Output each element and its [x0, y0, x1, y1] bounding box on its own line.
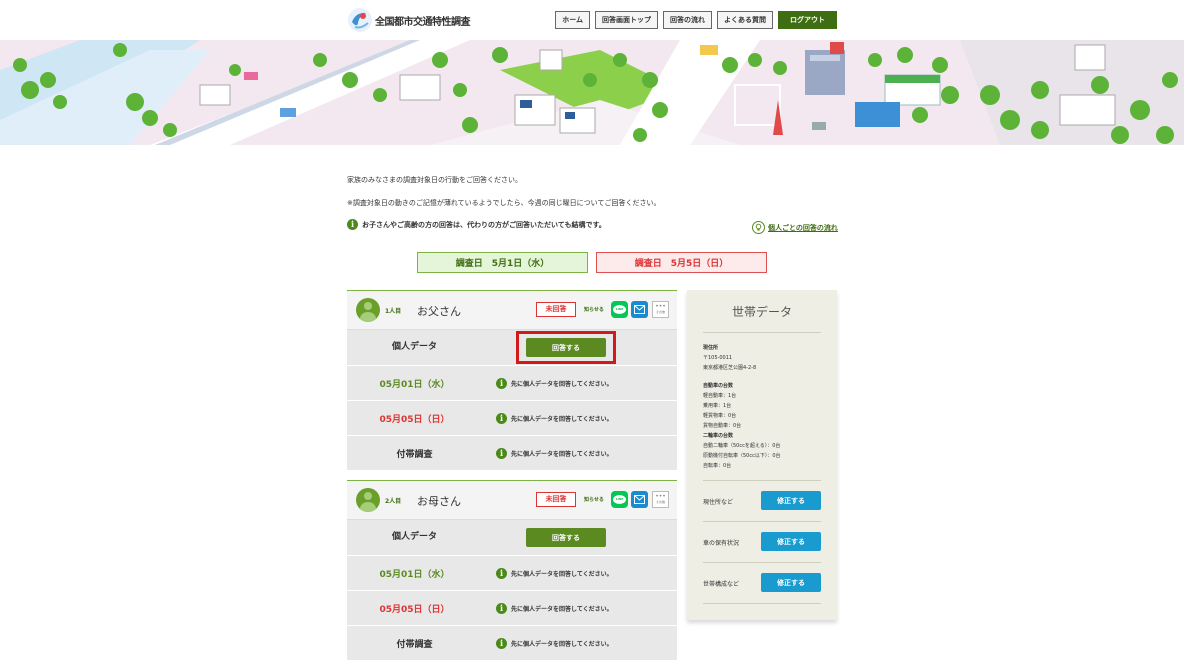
info-icon: i [496, 447, 507, 459]
car-count: 軽自動車：1台 [703, 393, 737, 399]
car-count: 軽貨物車：0台 [703, 413, 737, 419]
row-label: 付帯調査 [396, 449, 433, 460]
header-nav: ホーム 回答画面トップ 回答の流れ よくある質問 ログアウト [555, 11, 837, 29]
intro-line-1: 家族のみなさまの調査対象日の行動をご回答ください。 [347, 176, 522, 184]
intro-line-3-text: お子さんやご高齢の方の回答は、代わりの方がご回答いただいても結構です。 [362, 220, 606, 229]
fix-household-button[interactable]: 修正する [761, 573, 821, 592]
person-avatar-icon [356, 298, 380, 322]
bike-count: 自動二輪車（50ccを超える）：0台 [703, 443, 781, 449]
cars-heading: 自動車の台数 [703, 383, 734, 389]
row-label: 05月05日（日） [379, 414, 450, 425]
survey-day-1-row: 05月01日（水） i 先に個人データを回答してください。 [347, 366, 677, 401]
row-message: i 先に個人データを回答してください。 [496, 377, 613, 389]
lightbulb-icon [752, 221, 765, 234]
divider [703, 562, 821, 563]
info-icon: i [496, 637, 507, 649]
survey-date-1: 調査日 5月1日（水） [417, 252, 588, 273]
answer-button[interactable]: 回答する [526, 338, 606, 357]
divider [703, 480, 821, 481]
address: 東京都港区芝公園4-2-8 [703, 365, 757, 371]
household-survey-row: 付帯調査 i 先に個人データを回答してください。 [347, 436, 677, 470]
info-icon: i [496, 412, 507, 424]
household-data-panel: 世帯データ 現住所 〒105-0011 東京都港区芝公園4-2-8 自動車の台数… [687, 290, 837, 620]
row-label: 05月05日（日） [379, 604, 450, 615]
intro-line-2: ※調査対象日の動きのご記憶が薄れているようでしたら、今週の同じ曜日についてご回答… [347, 199, 661, 207]
per-person-flow-link[interactable]: 個人ごとの回答の流れ [752, 221, 838, 234]
person-card-header: 2人目 お母さん 未回答 知らせる LINE ••• その他 [347, 480, 677, 520]
logout-button[interactable]: ログアウト [778, 11, 837, 29]
person-card-2: 2人目 お母さん 未回答 知らせる LINE ••• その他 個人データ 回答す… [347, 480, 677, 660]
divider [703, 332, 821, 333]
status-badge: 未回答 [536, 492, 576, 507]
flow-link-text: 個人ごとの回答の流れ [768, 223, 838, 232]
answer-button[interactable]: 回答する [526, 528, 606, 547]
row-label: 05月01日（水） [379, 379, 450, 390]
row-label: 付帯調査 [396, 639, 433, 650]
other-share-icon[interactable]: ••• その他 [652, 301, 669, 318]
nav-faq-button[interactable]: よくある質問 [717, 11, 773, 29]
person-name: お父さん [417, 305, 461, 318]
household-title: 世帯データ [731, 305, 792, 319]
personal-data-row: 個人データ 回答する [347, 520, 677, 556]
row-message: i 先に個人データを回答してください。 [496, 567, 613, 579]
survey-date-2: 調査日 5月5日（日） [596, 252, 767, 273]
row-label: 個人データ [391, 342, 437, 352]
nav-home-button[interactable]: ホーム [555, 11, 590, 29]
survey-day-2-row: 05月05日（日） i 先に個人データを回答してください。 [347, 401, 677, 436]
row-label: 個人データ [391, 532, 437, 542]
line-share-icon[interactable]: LINE [611, 301, 628, 318]
status-badge: 未回答 [536, 302, 576, 317]
info-icon: i [347, 219, 358, 230]
postal-code: 〒105-0011 [703, 355, 733, 361]
bikes-heading: 二輪車の台数 [703, 433, 734, 439]
person-name: お母さん [417, 495, 461, 508]
household-summary: 現住所 〒105-0011 東京都港区芝公園4-2-8 自動車の台数 軽自動車：… [703, 343, 823, 471]
row-label: 05月01日（水） [379, 569, 450, 580]
section-household-label: 世帯構成など [703, 581, 740, 588]
site-title: 全国都市交通特性調査 [375, 16, 471, 28]
divider [703, 521, 821, 522]
divider [703, 603, 821, 604]
info-icon: i [496, 602, 507, 614]
mail-share-icon[interactable] [631, 301, 648, 318]
mail-share-icon[interactable] [631, 491, 648, 508]
site-logo[interactable]: 全国都市交通特性調査 [347, 6, 471, 34]
address-heading: 現住所 [703, 345, 719, 351]
bike-count: 原動機付自転車（50cc以下）：0台 [703, 453, 781, 459]
person-avatar-icon [356, 488, 380, 512]
city-banner-illustration [0, 40, 1184, 145]
nav-answer-flow-button[interactable]: 回答の流れ [663, 11, 712, 29]
row-message: i 先に個人データを回答してください。 [496, 602, 613, 614]
notify-label: 知らせる [584, 497, 604, 503]
row-message: i 先に個人データを回答してください。 [496, 637, 613, 649]
person-card-header: 1人目 お父さん 未回答 知らせる LINE ••• その他 [347, 290, 677, 330]
logo-mark-icon [347, 7, 373, 33]
survey-day-2-row: 05月05日（日） i 先に個人データを回答してください。 [347, 591, 677, 626]
person-ordinal: 2人目 [385, 498, 402, 505]
household-survey-row: 付帯調査 i 先に個人データを回答してください。 [347, 626, 677, 660]
info-icon: i [496, 377, 507, 389]
other-share-icon[interactable]: ••• その他 [652, 491, 669, 508]
notify-label: 知らせる [584, 307, 604, 313]
person-card-1: 1人目 お父さん 未回答 知らせる LINE ••• その他 個人データ 回答す… [347, 290, 677, 470]
section-address-label: 現住所など [703, 499, 734, 506]
person-ordinal: 1人目 [385, 308, 402, 315]
personal-data-row: 個人データ 回答する [347, 330, 677, 366]
survey-day-1-row: 05月01日（水） i 先に個人データを回答してください。 [347, 556, 677, 591]
site-header: 全国都市交通特性調査 ホーム 回答画面トップ 回答の流れ よくある質問 ログアウ… [0, 0, 1184, 40]
car-count: 貨物自動車：0台 [703, 423, 742, 429]
section-vehicles-label: 車の保有状況 [703, 540, 740, 547]
line-share-icon[interactable]: LINE [611, 491, 628, 508]
fix-address-button[interactable]: 修正する [761, 491, 821, 510]
fix-vehicles-button[interactable]: 修正する [761, 532, 821, 551]
car-count: 乗用車：1台 [703, 403, 732, 409]
info-icon: i [496, 567, 507, 579]
row-message: i 先に個人データを回答してください。 [496, 412, 613, 424]
bike-count: 自転車：0台 [703, 463, 732, 469]
intro-line-3: i お子さんやご高齢の方の回答は、代わりの方がご回答いただいても結構です。 [347, 219, 606, 230]
row-message: i 先に個人データを回答してください。 [496, 447, 613, 459]
nav-answer-top-button[interactable]: 回答画面トップ [595, 11, 658, 29]
